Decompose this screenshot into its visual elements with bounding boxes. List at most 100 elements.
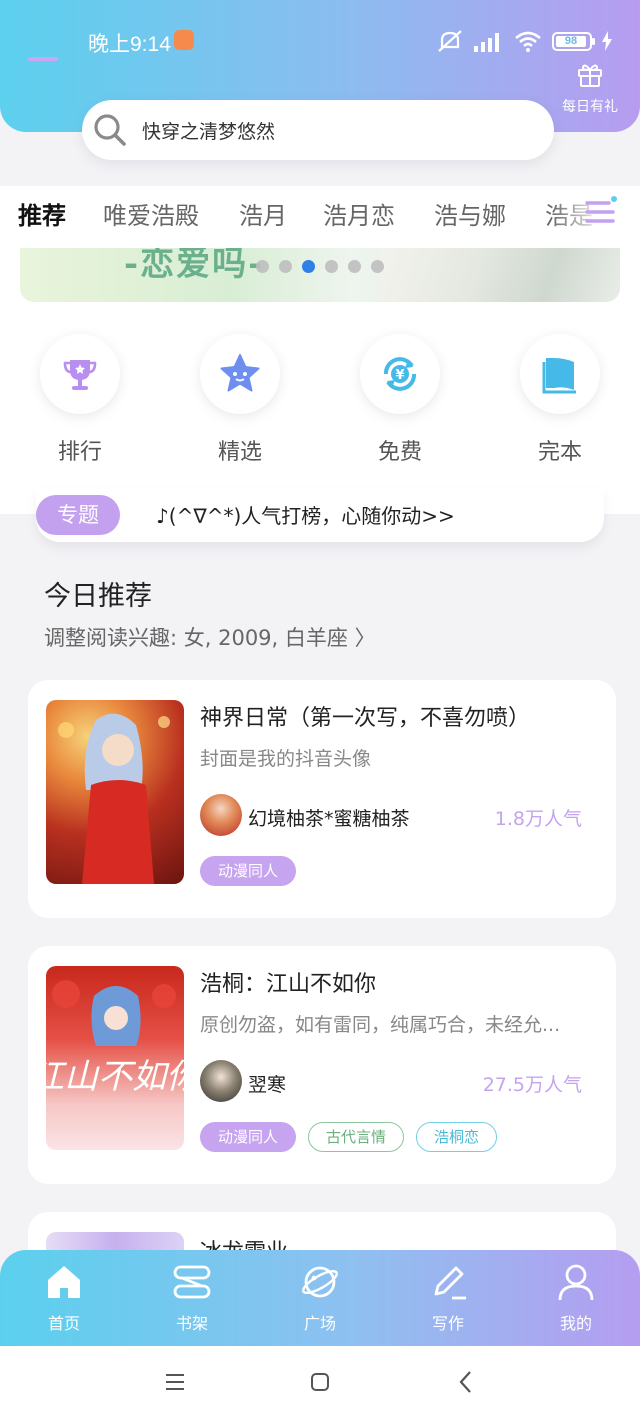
tag[interactable]: 动漫同人 xyxy=(200,1122,297,1152)
nav-plaza[interactable]: 广场 xyxy=(280,1262,360,1334)
bottom-navigation: 首页 书架 广场 写作 我的 xyxy=(0,1250,640,1346)
signal-icon xyxy=(474,33,499,52)
category-tabs: 推荐 唯爱浩殿 浩月 浩月恋 浩与娜 浩是 xyxy=(0,186,640,246)
carousel-dot xyxy=(325,260,338,273)
carousel-dot xyxy=(371,260,384,273)
yen-refresh-icon: ¥ xyxy=(384,357,416,391)
status-bar: 晚上9:14 98 xyxy=(0,24,640,58)
book-card[interactable]: 神界日常（第一次写，不喜勿喷） 封面是我的抖音头像 幻境柚茶*蜜糖柚茶 1.8万… xyxy=(28,680,616,918)
featured-circle xyxy=(200,334,280,414)
author-name: 幻境柚茶*蜜糖柚茶 xyxy=(248,808,410,830)
gift-icon xyxy=(578,64,602,87)
nav-write[interactable]: 写作 xyxy=(408,1262,488,1334)
popularity: 1.8万人气 xyxy=(494,808,582,830)
book-icon xyxy=(542,358,576,394)
bookshelf-icon xyxy=(173,1265,211,1299)
tab-recommend[interactable]: 推荐 xyxy=(18,196,66,231)
author-avatar xyxy=(200,794,242,836)
svg-text:¥: ¥ xyxy=(395,368,404,383)
mute-icon xyxy=(438,30,462,52)
banner-image xyxy=(380,248,620,302)
cover-art xyxy=(58,713,170,884)
home-button-icon[interactable] xyxy=(310,1372,330,1392)
featured-button[interactable]: 精选 xyxy=(190,334,290,466)
carousel-dot xyxy=(279,260,292,273)
nav-profile[interactable]: 我的 xyxy=(536,1262,616,1334)
completed-button[interactable]: 完本 xyxy=(510,334,610,466)
nav-home[interactable]: 首页 xyxy=(24,1262,104,1334)
author-avatar xyxy=(200,1060,242,1102)
tag-list: 动漫同人 古代言情 浩桐恋 xyxy=(200,1122,498,1152)
carousel-dot xyxy=(348,260,361,273)
topic-bar[interactable]: 专题 ♪(^∇^*)人气打榜，心随你动>> xyxy=(36,488,604,542)
tag[interactable]: 古代言情 xyxy=(308,1122,405,1152)
search-query: 快穿之清梦悠然 xyxy=(142,120,276,143)
book-description: 原创勿盗，如有雷同，纯属巧合，未经允... xyxy=(200,1014,561,1036)
star-icon xyxy=(220,354,260,392)
pen-icon xyxy=(434,1266,466,1300)
gift-label: 每日有礼 xyxy=(562,99,618,115)
system-navigation-bar xyxy=(0,1346,640,1422)
book-cover xyxy=(46,700,184,884)
carousel-dots xyxy=(256,260,384,273)
nav-write-label: 写作 xyxy=(431,1314,464,1333)
wifi-icon xyxy=(515,31,541,52)
banner-text: -恋爱吗- xyxy=(124,248,265,284)
reading-interest-link[interactable]: 调整阅读兴趣: 女, 2009, 白羊座 〉 xyxy=(44,622,376,652)
battery-level: 98 xyxy=(556,35,586,47)
free-circle: ¥ xyxy=(360,334,440,414)
book-card[interactable]: 江山不如你 浩桐：江山不如你 原创勿盗，如有雷同，纯属巧合，未经允... 翌寒 … xyxy=(28,946,616,1184)
ranking-button[interactable]: 排行 xyxy=(30,334,130,466)
completed-label: 完本 xyxy=(537,440,582,465)
completed-circle xyxy=(520,334,600,414)
tab-haoyu-na[interactable]: 浩与娜 xyxy=(434,196,506,231)
back-icon[interactable] xyxy=(458,1370,474,1394)
search-bar[interactable]: 快穿之清梦悠然 xyxy=(82,100,554,160)
home-icon xyxy=(48,1266,80,1298)
nav-profile-label: 我的 xyxy=(559,1314,592,1333)
tag[interactable]: 动漫同人 xyxy=(200,856,297,886)
menu-icon[interactable] xyxy=(164,1372,186,1392)
planet-icon xyxy=(302,1266,338,1298)
search-icon xyxy=(94,114,126,146)
book-title: 浩桐：江山不如你 xyxy=(200,972,377,997)
status-time: 晚上9:14 xyxy=(88,33,171,56)
cover-title: 江山不如你 xyxy=(46,1057,184,1097)
daily-gift-button[interactable]: 每日有礼 xyxy=(558,62,622,116)
tab-active-indicator xyxy=(28,57,58,61)
book-cover: 江山不如你 xyxy=(46,966,184,1150)
carousel-dot-active xyxy=(302,260,315,273)
topic-text: ♪(^∇^*)人气打榜，心随你动>> xyxy=(156,504,455,528)
user-icon xyxy=(558,1264,594,1301)
tab-haoyue-lian[interactable]: 浩月恋 xyxy=(323,196,395,231)
battery-icon: 98 xyxy=(552,31,595,51)
free-button[interactable]: ¥ 免费 xyxy=(350,334,450,466)
featured-label: 精选 xyxy=(217,440,262,465)
nav-bookshelf-label: 书架 xyxy=(175,1314,208,1333)
banner-carousel[interactable]: -恋爱吗- xyxy=(20,248,620,302)
nav-bookshelf[interactable]: 书架 xyxy=(152,1262,232,1334)
tag[interactable]: 浩桐恋 xyxy=(416,1122,498,1152)
feature-shortcuts: 排行 精选 ¥ 免费 完本 xyxy=(0,334,640,474)
ranking-circle xyxy=(40,334,120,414)
carousel-dot xyxy=(256,260,269,273)
free-label: 免费 xyxy=(377,440,422,465)
status-icons: 98 xyxy=(436,26,612,56)
topic-badge: 专题 xyxy=(36,495,120,535)
tag-list: 动漫同人 xyxy=(200,856,297,886)
nav-home-label: 首页 xyxy=(47,1314,80,1333)
app-notification-icon xyxy=(174,30,194,50)
trophy-icon xyxy=(63,360,97,390)
author-name: 翌寒 xyxy=(248,1074,287,1096)
ranking-label: 排行 xyxy=(57,440,102,465)
book-title: 神界日常（第一次写，不喜勿喷） xyxy=(200,706,531,731)
book-description: 封面是我的抖音头像 xyxy=(200,748,372,770)
tab-menu-icon[interactable] xyxy=(584,194,618,228)
popularity: 27.5万人气 xyxy=(482,1074,582,1096)
recommend-title: 今日推荐 xyxy=(44,581,152,612)
tab-haoyue[interactable]: 浩月 xyxy=(239,196,287,231)
nav-plaza-label: 广场 xyxy=(303,1314,336,1333)
charging-icon xyxy=(602,31,612,51)
cover-art: 江山不如你 xyxy=(46,980,184,1097)
tab-weiai-haodian[interactable]: 唯爱浩殿 xyxy=(103,196,199,231)
